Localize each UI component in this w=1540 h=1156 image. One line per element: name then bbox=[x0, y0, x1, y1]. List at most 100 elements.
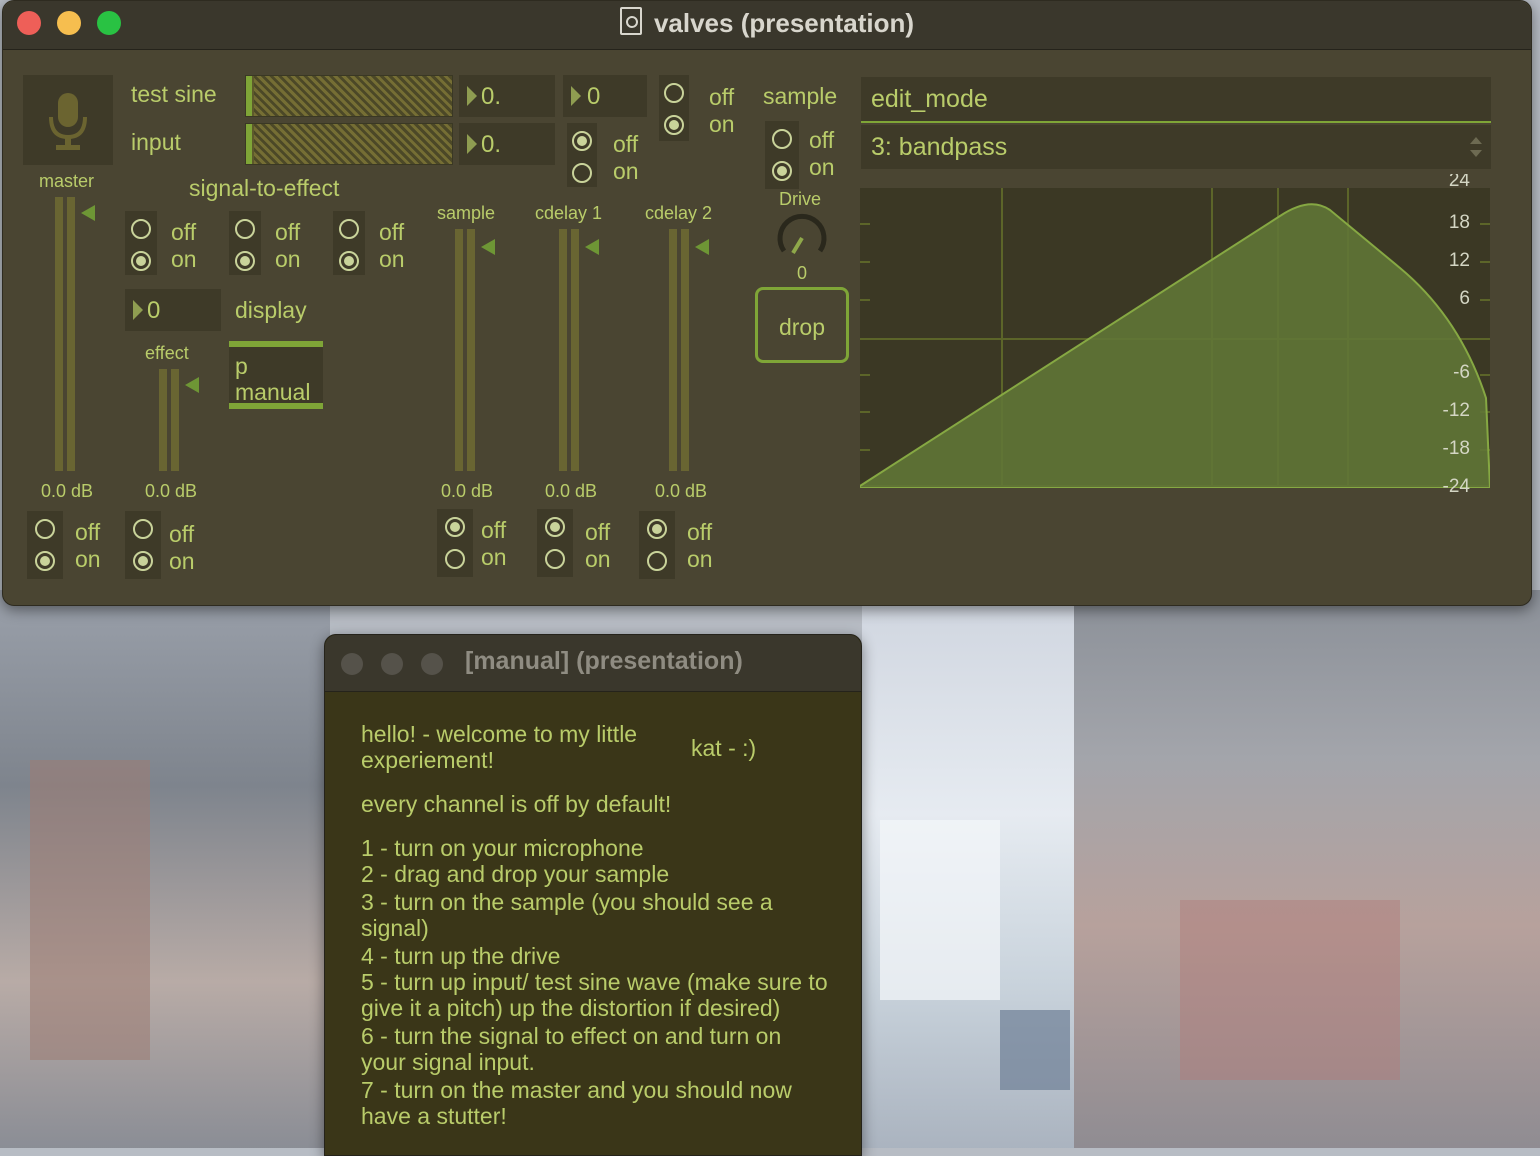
edit-mode-field[interactable]: edit_mode bbox=[861, 77, 1491, 123]
y-tick-12: 12 bbox=[1448, 250, 1470, 271]
filter-response-curve bbox=[860, 203, 1490, 488]
y-tick-neg18: -18 bbox=[1442, 438, 1470, 459]
signal-2-on-radio[interactable] bbox=[235, 251, 255, 271]
filter-type-value: 3: bandpass bbox=[871, 133, 1008, 161]
cdelay2-channel-label: cdelay 2 bbox=[645, 203, 713, 223]
signal-toggle-1[interactable] bbox=[125, 211, 157, 275]
display-number[interactable]: 0 bbox=[125, 289, 221, 331]
window-title: valves (presentation) bbox=[3, 7, 1531, 39]
sample-on-radio[interactable] bbox=[445, 549, 465, 569]
y-tick-6: 6 bbox=[1459, 288, 1470, 309]
y-tick-neg24: -24 bbox=[1442, 476, 1470, 497]
manual-window: [manual] (presentation) hello! - welcome… bbox=[324, 634, 862, 1156]
manual-title: [manual] (presentation) bbox=[465, 647, 743, 675]
master-toggle[interactable] bbox=[27, 511, 63, 579]
signal-1-on-label: on bbox=[171, 246, 197, 272]
sample-level-arrow[interactable] bbox=[481, 239, 495, 255]
signal-2-off-label: off bbox=[275, 219, 301, 245]
manual-step-7: 7 - turn on the master and you should no… bbox=[361, 1077, 792, 1129]
manual-minimize-button[interactable] bbox=[381, 653, 403, 675]
filter-graph[interactable] bbox=[860, 188, 1490, 488]
master-label: master bbox=[39, 171, 95, 191]
cdelay2-off-radio[interactable] bbox=[647, 519, 667, 539]
effect-off-radio[interactable] bbox=[133, 519, 153, 539]
int-number[interactable]: 0 bbox=[563, 75, 647, 117]
manual-title-bar[interactable]: [manual] (presentation) bbox=[325, 635, 861, 692]
sample-load-toggle[interactable] bbox=[765, 121, 799, 189]
manual-signature: kat - :) bbox=[691, 735, 757, 761]
sample-off-radio[interactable] bbox=[445, 517, 465, 537]
signal-2-on-label: on bbox=[275, 246, 301, 272]
cdelay2-off-label: off bbox=[687, 519, 713, 545]
y-tick-neg6: -6 bbox=[1453, 362, 1470, 383]
drop-button[interactable]: drop bbox=[755, 287, 849, 363]
input-toggle[interactable] bbox=[567, 123, 597, 187]
signal-toggle-2[interactable] bbox=[229, 211, 261, 275]
master-off-radio[interactable] bbox=[35, 519, 55, 539]
master-level-arrow[interactable] bbox=[81, 205, 95, 221]
sample-meter[interactable] bbox=[455, 229, 505, 471]
cdelay2-on-radio[interactable] bbox=[647, 551, 667, 571]
cdelay1-db: 0.0 dB bbox=[544, 481, 598, 501]
cdelay1-toggle[interactable] bbox=[537, 509, 573, 577]
cdelay2-meter[interactable] bbox=[669, 229, 719, 471]
y-tick-18: 18 bbox=[1448, 212, 1470, 233]
test-sine-number[interactable]: 0. bbox=[459, 75, 555, 117]
sample-load-off-label: off bbox=[809, 127, 835, 153]
test-sine-off-radio[interactable] bbox=[664, 83, 684, 103]
effect-level-arrow[interactable] bbox=[185, 377, 199, 393]
test-sine-toggle[interactable] bbox=[659, 75, 689, 141]
test-sine-on-radio[interactable] bbox=[664, 115, 684, 135]
test-sine-on-label: on bbox=[709, 111, 735, 137]
master-on-label: on bbox=[75, 546, 101, 572]
signal-2-off-radio[interactable] bbox=[235, 219, 255, 239]
sample-toggle[interactable] bbox=[437, 509, 473, 577]
signal-1-on-radio[interactable] bbox=[131, 251, 151, 271]
sample-db: 0.0 dB bbox=[440, 481, 494, 501]
effect-toggle[interactable] bbox=[125, 511, 161, 579]
sample-channel-label: sample bbox=[437, 203, 496, 223]
drive-knob[interactable] bbox=[775, 211, 829, 265]
cdelay1-on-radio[interactable] bbox=[545, 549, 565, 569]
manual-step-4: 4 - turn up the drive bbox=[361, 943, 561, 969]
microphone-icon bbox=[49, 93, 87, 150]
sample-load-on-radio[interactable] bbox=[772, 161, 792, 181]
cdelay1-level-arrow[interactable] bbox=[585, 239, 599, 255]
p-manual-object[interactable]: p manual bbox=[229, 341, 323, 409]
manual-close-button[interactable] bbox=[341, 653, 363, 675]
effect-on-radio[interactable] bbox=[133, 551, 153, 571]
cdelay1-meter[interactable] bbox=[559, 229, 609, 471]
filter-type-menu[interactable]: 3: bandpass bbox=[861, 125, 1491, 169]
display-label: display bbox=[235, 297, 307, 323]
signal-3-off-radio[interactable] bbox=[339, 219, 359, 239]
cdelay1-off-radio[interactable] bbox=[545, 517, 565, 537]
input-on-radio[interactable] bbox=[572, 163, 592, 183]
document-icon bbox=[619, 7, 642, 35]
test-sine-slider[interactable] bbox=[245, 75, 453, 117]
master-meter[interactable] bbox=[55, 197, 105, 471]
drive-label: Drive bbox=[779, 189, 822, 209]
cdelay1-channel-label: cdelay 1 bbox=[535, 203, 603, 223]
manual-zoom-button[interactable] bbox=[421, 653, 443, 675]
cdelay1-on-label: on bbox=[585, 546, 611, 572]
input-number[interactable]: 0. bbox=[459, 123, 555, 165]
signal-toggle-3[interactable] bbox=[333, 211, 365, 275]
cdelay2-toggle[interactable] bbox=[639, 511, 675, 579]
master-db: 0.0 dB bbox=[40, 481, 94, 501]
signal-to-effect-label: signal-to-effect bbox=[189, 175, 340, 201]
input-slider[interactable] bbox=[245, 123, 453, 165]
microphone-toggle[interactable] bbox=[23, 75, 113, 165]
signal-1-off-radio[interactable] bbox=[131, 219, 151, 239]
signal-3-on-radio[interactable] bbox=[339, 251, 359, 271]
cdelay1-off-label: off bbox=[585, 519, 611, 545]
input-off-radio[interactable] bbox=[572, 131, 592, 151]
p-manual-label: p manual bbox=[235, 353, 311, 405]
master-on-radio[interactable] bbox=[35, 551, 55, 571]
edit-mode-label: edit_mode bbox=[871, 85, 988, 113]
sample-load-off-radio[interactable] bbox=[772, 129, 792, 149]
effect-meter[interactable] bbox=[159, 369, 209, 471]
cdelay2-on-label: on bbox=[687, 546, 713, 572]
manual-welcome: hello! - welcome to my little experiemen… bbox=[361, 721, 638, 773]
title-bar[interactable]: valves (presentation) bbox=[3, 1, 1531, 50]
cdelay2-level-arrow[interactable] bbox=[695, 239, 709, 255]
